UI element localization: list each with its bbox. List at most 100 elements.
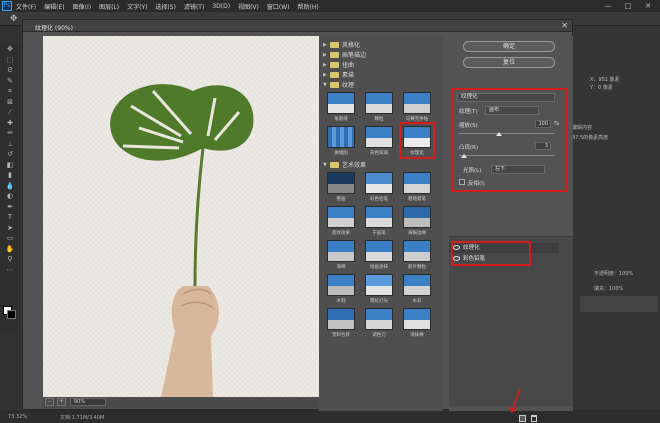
effect-layers-panel: 纹理化 彩色铅笔	[449, 236, 573, 422]
scale-slider-thumb[interactable]	[496, 132, 502, 136]
folder-texture[interactable]: ▼ 纹理	[323, 80, 433, 89]
dialog-titlebar: 纹理化 (90%) ✕	[23, 20, 572, 32]
thumb-label: 壁画	[336, 197, 346, 202]
thumb-smudge-stick[interactable]	[403, 308, 431, 330]
zoom-in-button[interactable]: +	[57, 398, 66, 406]
folder-stylize[interactable]: ▶ 风格化	[323, 40, 433, 49]
maximize-icon[interactable]: □	[618, 1, 638, 11]
folder-brush-strokes[interactable]: ▶ 画笔描边	[323, 50, 433, 59]
new-effect-layer-icon[interactable]	[519, 415, 526, 422]
eyedropper-tool-icon[interactable]: ⁄	[0, 107, 20, 118]
thumb-label: 粗糙蜡笔	[408, 197, 426, 202]
menu-image[interactable]: 图像(I)	[73, 2, 91, 11]
dodge-tool-icon[interactable]: ◐	[0, 191, 20, 202]
ok-button[interactable]: 确定	[463, 41, 555, 52]
frame-tool-icon[interactable]: ⊠	[0, 97, 20, 108]
zoom-tool-icon[interactable]: ⚲	[0, 254, 20, 265]
menu-filter[interactable]: 滤镜(T)	[184, 2, 204, 11]
zoom-level-select[interactable]: 90%	[70, 398, 106, 406]
hand-tool-icon[interactable]: ✋	[0, 244, 20, 255]
path-select-tool-icon[interactable]: ➤	[0, 223, 20, 234]
crop-tool-icon[interactable]: ⌗	[0, 86, 20, 97]
thumb-paint-daubs[interactable]	[365, 240, 393, 262]
menu-window[interactable]: 窗口(W)	[267, 2, 290, 11]
trash-icon[interactable]	[531, 415, 537, 422]
menu-layer[interactable]: 图层(L)	[99, 2, 119, 11]
thumb-film-grain[interactable]	[403, 240, 431, 262]
preview-zoom-bar: − + 90%	[43, 397, 336, 408]
gradient-tool-icon[interactable]: ▮	[0, 170, 20, 181]
thumb-label: 龟裂缝	[334, 117, 348, 122]
blur-tool-icon[interactable]: 💧	[0, 181, 20, 192]
thumb-label: 拼缀图	[334, 151, 348, 156]
thumb-palette-knife[interactable]	[365, 308, 393, 330]
menu-3d[interactable]: 3D(D)	[212, 3, 230, 10]
thumb-cutout[interactable]	[327, 274, 355, 296]
relief-input[interactable]: 3	[535, 142, 551, 150]
type-tool-icon[interactable]: T	[0, 212, 20, 223]
move-tool-icon[interactable]: ✥	[10, 14, 18, 24]
stamp-tool-icon[interactable]: ⊥	[0, 139, 20, 150]
thumb-craquelure[interactable]	[327, 92, 355, 114]
marquee-tool-icon[interactable]: ⬚	[0, 55, 20, 66]
relief-slider[interactable]	[459, 155, 555, 156]
thumb-plastic-wrap[interactable]	[327, 308, 355, 330]
minimize-icon[interactable]: —	[598, 1, 618, 11]
scale-input[interactable]: 100	[535, 120, 551, 128]
thumb-sponge[interactable]	[327, 240, 355, 262]
hand	[161, 286, 219, 397]
zoom-out-button[interactable]: −	[45, 398, 54, 406]
scale-slider[interactable]	[459, 133, 555, 134]
eraser-tool-icon[interactable]: ◧	[0, 160, 20, 171]
menu-type[interactable]: 文字(Y)	[127, 2, 147, 11]
layer-opacity-field[interactable]: 不透明度：100%	[594, 270, 633, 277]
shape-tool-icon[interactable]: ▭	[0, 233, 20, 244]
thumb-neon-glow[interactable]	[365, 274, 393, 296]
menu-select[interactable]: 选择(S)	[155, 2, 176, 11]
folder-icon	[330, 71, 339, 78]
reset-button[interactable]: 复位	[463, 57, 555, 68]
thumb-watercolor[interactable]	[403, 274, 431, 296]
folder-artistic[interactable]: ▼ 艺术效果	[323, 160, 433, 169]
move-tool-icon[interactable]: ✥	[0, 44, 20, 55]
quick-select-tool-icon[interactable]: ✎	[0, 76, 20, 87]
thumb-patchwork[interactable]	[327, 126, 355, 148]
menu-edit[interactable]: 编辑(E)	[44, 2, 64, 11]
pen-tool-icon[interactable]: ✒	[0, 202, 20, 213]
filter-type-select[interactable]: 纹理化	[457, 93, 555, 102]
thumb-mosaic-tiles[interactable]	[403, 92, 431, 114]
close-icon[interactable]: ✕	[638, 1, 658, 11]
selected-filter-highlight	[399, 122, 435, 159]
light-direction-select[interactable]: 左下	[491, 165, 545, 174]
thumb-colored-pencil[interactable]	[365, 172, 393, 194]
layer-row[interactable]	[580, 296, 658, 312]
brush-tool-icon[interactable]: ✏	[0, 128, 20, 139]
chevron-down-icon: ▼	[323, 161, 327, 168]
thumb-rough-pastels[interactable]	[403, 172, 431, 194]
thumb-poster-edges[interactable]	[403, 206, 431, 228]
invert-checkbox[interactable]	[459, 179, 465, 185]
more-tools-icon[interactable]: ⋯	[0, 265, 20, 276]
thumb-underpainting[interactable]	[327, 206, 355, 228]
panel-text: 87.5的像素高度	[572, 135, 609, 141]
background-color-swatch[interactable]	[7, 310, 16, 319]
healing-brush-icon[interactable]: ✚	[0, 118, 20, 129]
monstera-leaf-hand-image	[110, 84, 254, 397]
thumb-stained-glass[interactable]	[365, 126, 393, 148]
relief-slider-thumb[interactable]	[461, 154, 467, 158]
thumb-label: 水彩	[412, 299, 422, 304]
thumb-dry-brush[interactable]	[365, 206, 393, 228]
menu-file[interactable]: 文件(F)	[16, 2, 36, 11]
lasso-tool-icon[interactable]: ᘓ	[0, 65, 20, 76]
close-icon[interactable]: ✕	[561, 21, 568, 30]
menu-help[interactable]: 帮助(H)	[298, 2, 319, 11]
folder-sketch[interactable]: ▶ 素描	[323, 70, 433, 79]
folder-distort[interactable]: ▶ 扭曲	[323, 60, 433, 69]
history-brush-icon[interactable]: ↺	[0, 149, 20, 160]
thumb-fresco[interactable]	[327, 172, 355, 194]
filter-preview-canvas[interactable]	[43, 36, 330, 397]
thumb-grain[interactable]	[365, 92, 393, 114]
menu-view[interactable]: 视图(V)	[238, 2, 259, 11]
texture-select[interactable]: 画布	[485, 106, 539, 115]
layer-fill-field[interactable]: 填充：100%	[594, 285, 623, 292]
